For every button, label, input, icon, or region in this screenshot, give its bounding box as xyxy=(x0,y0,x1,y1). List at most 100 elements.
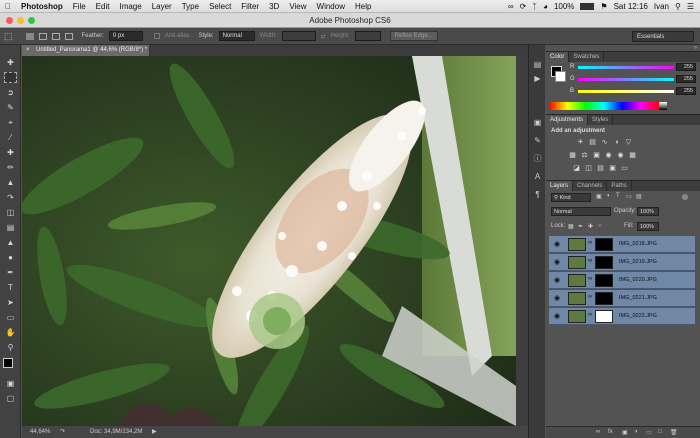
add-mask-icon[interactable]: ▣ xyxy=(622,429,628,436)
filter-type-icon[interactable]: T xyxy=(616,193,620,199)
path-selection-tool-icon[interactable]: ➤ xyxy=(4,297,17,308)
new-adjustment-layer-icon[interactable]: ◑ xyxy=(634,429,638,435)
layer-mask-thumbnail[interactable] xyxy=(595,256,613,269)
hue-saturation-icon[interactable]: ▦ xyxy=(568,151,577,160)
layer-thumbnail[interactable] xyxy=(568,238,586,251)
layer-visibility-eye-icon[interactable]: ◉ xyxy=(554,276,560,284)
layer-visibility-eye-icon[interactable]: ◉ xyxy=(554,258,560,266)
green-slider[interactable] xyxy=(578,78,674,81)
antialias-checkbox[interactable] xyxy=(153,33,160,39)
layer-mask-thumbnail[interactable] xyxy=(595,292,613,305)
layer-mask-thumbnail[interactable] xyxy=(595,310,613,323)
menu-type[interactable]: Type xyxy=(177,2,204,11)
battery-icon[interactable] xyxy=(580,2,595,10)
mask-link-icon[interactable]: ∞ xyxy=(588,276,592,282)
status-menu-arrow-icon[interactable]: ▶ xyxy=(152,426,157,438)
tool-preset-icon[interactable]: ⬚ xyxy=(4,31,13,42)
delete-layer-icon[interactable]: 🗑 xyxy=(670,429,678,436)
info-panel-icon[interactable]: ⓘ xyxy=(532,153,543,164)
wifi-icon[interactable]: ◕ xyxy=(543,2,548,11)
threshold-icon[interactable]: ▤ xyxy=(596,164,605,173)
mask-link-icon[interactable]: ∞ xyxy=(588,258,592,264)
clock[interactable]: Sat 12:16 xyxy=(614,2,648,11)
channel-mixer-icon[interactable]: ◉ xyxy=(616,151,625,160)
layer-thumbnail[interactable] xyxy=(568,292,586,305)
zoom-level[interactable]: 44,64% xyxy=(30,426,50,438)
color-spectrum-ramp[interactable] xyxy=(549,102,659,110)
menu-layer[interactable]: Layer xyxy=(147,2,177,11)
clone-stamp-tool-icon[interactable]: ▲ xyxy=(4,177,17,188)
tab-paths[interactable]: Paths xyxy=(607,181,632,191)
vibrance-icon[interactable]: ▽ xyxy=(624,138,633,147)
flag-icon[interactable]: ⚑ xyxy=(600,2,607,11)
tab-styles[interactable]: Styles xyxy=(588,115,614,125)
foreground-color-swatch[interactable] xyxy=(3,358,13,368)
history-panel-icon[interactable]: ▤ xyxy=(532,59,543,70)
swap-icon[interactable]: ⇄ xyxy=(321,33,326,40)
new-group-icon[interactable]: ▭ xyxy=(646,429,652,436)
lasso-tool-icon[interactable]: ➲ xyxy=(4,87,17,98)
spotlight-icon[interactable]: ⚲ xyxy=(675,2,681,11)
intersect-selection-icon[interactable] xyxy=(64,32,73,40)
menu-file[interactable]: File xyxy=(68,2,91,11)
brush-tool-icon[interactable]: ✏ xyxy=(4,162,17,173)
zoom-tool-icon[interactable]: ⚲ xyxy=(4,342,17,353)
workspace-select[interactable]: Essentials xyxy=(632,30,694,42)
lock-transparent-icon[interactable]: ▦ xyxy=(568,223,574,230)
exposure-icon[interactable]: ◑ xyxy=(612,138,621,147)
layer-name[interactable]: IMG_0220.JPG xyxy=(619,272,657,289)
lock-image-icon[interactable]: ✒ xyxy=(578,223,583,230)
pen-tool-icon[interactable]: ✒ xyxy=(4,267,17,278)
healing-brush-tool-icon[interactable]: ✚ xyxy=(4,147,17,158)
blue-value[interactable]: 255 xyxy=(676,87,696,95)
mask-link-icon[interactable]: ∞ xyxy=(588,312,592,318)
quick-mask-icon[interactable]: ▣ xyxy=(4,378,17,389)
brush-panel-icon[interactable]: ✎ xyxy=(532,135,543,146)
dodge-tool-icon[interactable]: ● xyxy=(4,252,17,263)
blue-slider[interactable] xyxy=(578,90,674,93)
opacity-input[interactable]: 100% xyxy=(637,207,659,216)
posterize-icon[interactable]: ◫ xyxy=(584,164,593,173)
green-value[interactable]: 255 xyxy=(676,75,696,83)
sync-icon[interactable]: ⟳ xyxy=(520,2,527,11)
subtract-selection-icon[interactable] xyxy=(51,32,60,40)
tab-channels[interactable]: Channels xyxy=(573,181,608,191)
creative-cloud-icon[interactable]: ∞ xyxy=(508,2,514,11)
selective-color-icon[interactable]: ▣ xyxy=(608,164,617,173)
layer-name[interactable]: IMG_0219.JPG xyxy=(619,254,657,271)
blur-tool-icon[interactable]: ▲ xyxy=(4,237,17,248)
layer-thumbnail[interactable] xyxy=(568,274,586,287)
tab-adjustments[interactable]: Adjustments xyxy=(546,115,589,125)
new-layer-icon[interactable]: □ xyxy=(658,429,662,435)
document-tab[interactable]: × Untitled_Panorama1 @ 44,6% (RGB/8*) * xyxy=(22,45,150,56)
red-value[interactable]: 255 xyxy=(676,63,696,71)
character-panel-icon[interactable]: A xyxy=(532,171,543,182)
filter-pixel-icon[interactable]: ▣ xyxy=(596,193,602,200)
filter-shape-icon[interactable]: ▭ xyxy=(626,193,632,200)
filter-smart-object-icon[interactable]: ▤ xyxy=(636,193,642,200)
hand-tool-icon[interactable]: ✋ xyxy=(4,327,17,338)
document-canvas[interactable] xyxy=(22,56,516,426)
layer-row-0222[interactable]: ◉ ∞ IMG_0222.JPG xyxy=(549,308,695,325)
close-window-button[interactable] xyxy=(6,17,13,24)
lock-all-icon[interactable]: ○ xyxy=(598,223,602,229)
spectrum-black-white[interactable] xyxy=(659,102,667,110)
layer-name[interactable]: IMG_0218.JPG xyxy=(619,236,657,253)
layer-mask-thumbnail[interactable] xyxy=(595,274,613,287)
export-icon[interactable]: ↷ xyxy=(60,426,65,438)
shape-tool-icon[interactable]: ▭ xyxy=(4,312,17,323)
filter-adjustment-icon[interactable]: ◑ xyxy=(606,193,610,199)
curves-icon[interactable]: ∿ xyxy=(600,138,609,147)
close-tab-icon[interactable]: × xyxy=(26,45,30,56)
properties-panel-icon[interactable]: ▣ xyxy=(532,117,543,128)
photo-filter-icon[interactable]: ◉ xyxy=(604,151,613,160)
link-layers-icon[interactable]: ∞ xyxy=(596,429,600,435)
tab-layers[interactable]: Layers xyxy=(546,181,574,191)
layer-filter-select[interactable]: ⚲ Kind xyxy=(551,193,591,202)
screen-mode-icon[interactable]: ▢ xyxy=(4,393,17,404)
color-balance-icon[interactable]: ⚖ xyxy=(580,151,589,160)
layer-row-0221[interactable]: ◉ ∞ IMG_0221.JPG xyxy=(549,290,695,307)
layer-name[interactable]: IMG_0222.JPG xyxy=(619,308,657,325)
eraser-tool-icon[interactable]: ◫ xyxy=(4,207,17,218)
layer-row-0220[interactable]: ◉ ∞ IMG_0220.JPG xyxy=(549,272,695,289)
